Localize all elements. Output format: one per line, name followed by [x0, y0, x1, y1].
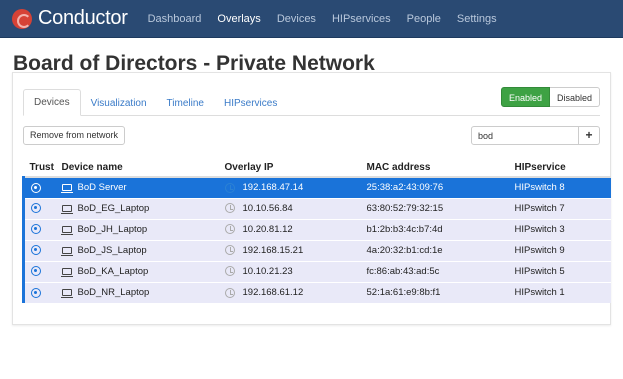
nav-item-people[interactable]: People [407, 13, 441, 25]
mac-address: 52:1a:61:e9:8b:f1 [366, 281, 515, 303]
overlay-ip: 192.168.61.12 [242, 287, 304, 299]
hipservice: HIPswitch 5 [514, 260, 611, 282]
search-input[interactable] [471, 126, 579, 145]
nav-item-settings[interactable]: Settings [457, 13, 497, 25]
overlay-ip: 10.10.56.84 [242, 203, 293, 214]
table-row[interactable]: BoD_EG_Laptop 10.10.56.84 63:80:52:79:32… [22, 197, 611, 219]
table-row[interactable]: BoD_JS_Laptop 192.168.15.21 4a:20:32:b1:… [22, 239, 611, 261]
device-search: + [471, 126, 600, 145]
clock-icon [224, 203, 235, 214]
nav-item-dashboard[interactable]: Dashboard [148, 13, 202, 25]
hipservice: HIPswitch 7 [514, 197, 611, 219]
clock-icon [224, 182, 235, 193]
overlay-ip: 10.20.81.12 [242, 224, 293, 235]
laptop-icon [60, 246, 73, 256]
brand-name: Conductor [38, 7, 128, 29]
clock-icon [224, 266, 235, 277]
tab-hipservices[interactable]: HIPservices [214, 91, 287, 116]
device-name: BoD_JH_Laptop [77, 224, 148, 235]
radio-icon[interactable] [31, 287, 41, 298]
nav-item-hipservices[interactable]: HIPservices [332, 13, 391, 25]
tab-bar: Devices Visualization Timeline HIPservic… [23, 89, 287, 116]
laptop-icon [60, 267, 73, 277]
disabled-button[interactable]: Disabled [549, 87, 600, 107]
overlay-ip: 10.10.21.23 [242, 266, 293, 277]
table-header-row: Trust Device name Overlay IP MAC address… [23, 159, 611, 178]
radio-icon[interactable] [31, 245, 41, 256]
device-name: BoD_EG_Laptop [77, 203, 150, 214]
overlay-panel: Devices Visualization Timeline HIPservic… [12, 72, 611, 325]
nav-item-devices[interactable]: Devices [277, 13, 316, 25]
clock-icon [224, 245, 235, 256]
hipservice: HIPswitch 1 [514, 281, 611, 303]
device-name: BoD_KA_Laptop [77, 266, 149, 277]
tab-timeline[interactable]: Timeline [157, 91, 214, 116]
device-name: BoD Server [77, 182, 127, 194]
laptop-icon [60, 184, 73, 194]
add-device-button[interactable]: + [579, 126, 600, 145]
mac-address: 25:38:a2:43:09:76 [366, 176, 515, 198]
table-row[interactable]: BoD Server 192.168.47.14 25:38:a2:43:09:… [22, 176, 611, 198]
brand[interactable]: Conductor [12, 7, 128, 30]
column-header-trust[interactable]: Trust [23, 159, 62, 178]
device-name: BoD_NR_Laptop [77, 287, 150, 299]
table-row[interactable]: BoD_KA_Laptop 10.10.21.23 fc:86:ab:43:ad… [22, 260, 611, 282]
mac-address: 4a:20:32:b1:cd:1e [366, 239, 515, 261]
radio-icon[interactable] [31, 266, 41, 277]
hipservice: HIPswitch 3 [514, 218, 611, 240]
remove-from-network-button[interactable]: Remove from network [23, 126, 126, 145]
nav-item-overlays[interactable]: Overlays [217, 13, 260, 25]
laptop-icon [60, 289, 73, 299]
radio-icon[interactable] [31, 224, 41, 235]
device-name: BoD_JS_Laptop [77, 245, 147, 256]
mac-address: fc:86:ab:43:ad:5c [366, 260, 515, 282]
column-header-overlay-ip[interactable]: Overlay IP [224, 159, 367, 178]
table-row[interactable]: BoD_JH_Laptop 10.20.81.12 b1:2b:b3:4c:b7… [22, 218, 611, 240]
overlay-ip: 192.168.47.14 [242, 182, 304, 194]
mac-address: b1:2b:b3:4c:b7:4d [366, 218, 515, 240]
tab-devices[interactable]: Devices [23, 89, 81, 116]
mac-address: 63:80:52:79:32:15 [366, 197, 515, 219]
column-header-device-name[interactable]: Device name [61, 159, 225, 178]
hipservice: HIPswitch 9 [514, 239, 611, 261]
top-navbar: Conductor Dashboard Overlays Devices HIP… [0, 0, 623, 38]
column-header-mac-address[interactable]: MAC address [366, 159, 515, 178]
overlay-ip: 192.168.15.21 [242, 245, 304, 256]
enabled-button[interactable]: Enabled [500, 87, 550, 107]
conductor-logo-icon [12, 8, 32, 29]
clock-icon [224, 287, 235, 298]
column-header-hipservice[interactable]: HIPservice [514, 159, 611, 178]
devices-table: Trust Device name Overlay IP MAC address… [22, 159, 611, 303]
clock-icon [224, 224, 235, 235]
tab-visualization[interactable]: Visualization [81, 91, 157, 116]
hipservice: HIPswitch 8 [514, 176, 611, 198]
laptop-icon [60, 204, 73, 214]
table-row[interactable]: BoD_NR_Laptop 192.168.61.12 52:1a:61:e9:… [22, 281, 611, 303]
radio-icon[interactable] [31, 182, 41, 193]
laptop-icon [60, 225, 73, 235]
radio-icon[interactable] [31, 203, 41, 214]
enabled-toggle: Enabled Disabled [500, 87, 600, 107]
